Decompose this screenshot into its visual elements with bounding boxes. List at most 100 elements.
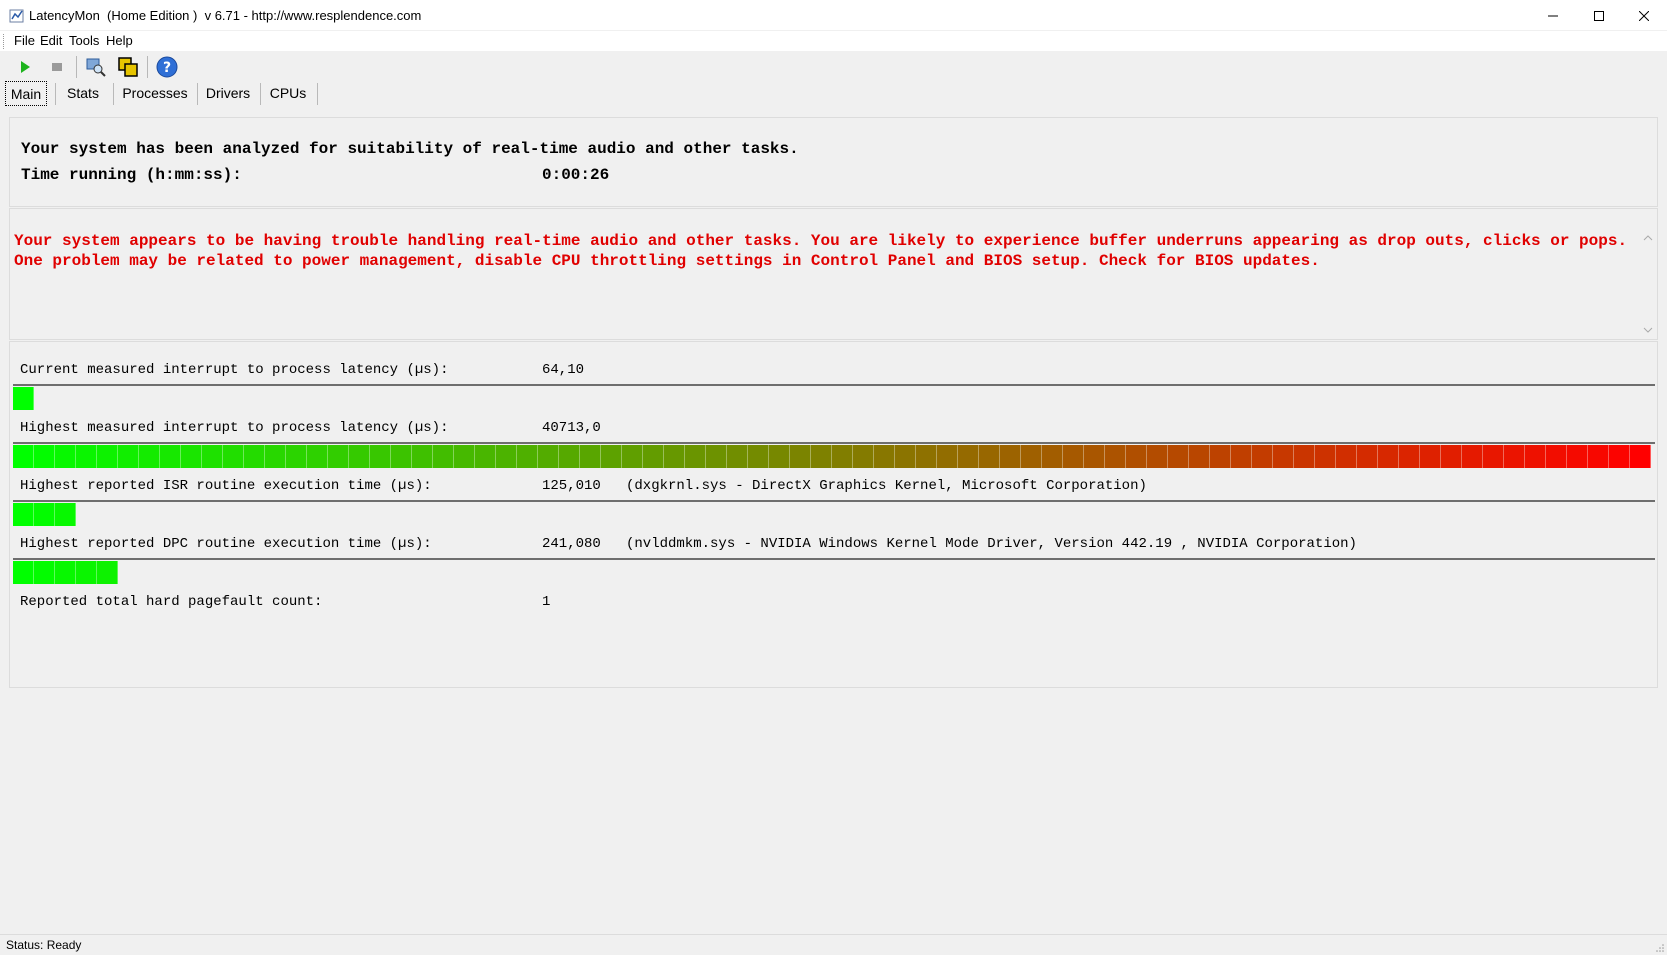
bar-segment bbox=[1546, 445, 1567, 468]
bar-segment bbox=[181, 445, 202, 468]
bar-segment bbox=[13, 561, 34, 584]
bar-segment bbox=[706, 445, 727, 468]
tab-stats[interactable]: Stats bbox=[62, 81, 104, 106]
scroll-down-icon[interactable] bbox=[1643, 325, 1653, 335]
current-latency-value: 64,10 bbox=[542, 362, 585, 378]
bar-segment bbox=[160, 445, 181, 468]
bar-segment bbox=[412, 445, 433, 468]
bar-segment bbox=[1315, 445, 1336, 468]
alert-message: Your system appears to be having trouble… bbox=[14, 232, 1628, 270]
resize-grip-icon[interactable] bbox=[1655, 943, 1665, 953]
title-bar: LatencyMon (Home Edition ) v 6.71 - http… bbox=[0, 0, 1667, 31]
start-button[interactable] bbox=[12, 54, 38, 80]
bar-segment bbox=[55, 503, 76, 526]
bar-segment bbox=[1588, 445, 1609, 468]
bar-segment bbox=[97, 561, 118, 584]
menu-bar: File Edit Tools Help bbox=[0, 31, 1667, 51]
help-button[interactable]: ? bbox=[154, 54, 180, 80]
bar-segment bbox=[286, 445, 307, 468]
bar-segment bbox=[244, 445, 265, 468]
copy-button[interactable] bbox=[115, 54, 141, 80]
dpc-time-value: 241,080 bbox=[542, 536, 601, 552]
bar-segment bbox=[1525, 445, 1546, 468]
maximize-button[interactable] bbox=[1576, 0, 1622, 31]
bar-segment bbox=[1630, 445, 1651, 468]
bar-segment bbox=[622, 445, 643, 468]
bar-segment bbox=[685, 445, 706, 468]
bar-segment bbox=[601, 445, 622, 468]
bar-segment bbox=[370, 445, 391, 468]
bar-segment bbox=[1336, 445, 1357, 468]
bar-segment bbox=[1063, 445, 1084, 468]
bar-segment bbox=[76, 445, 97, 468]
latencymon-app-icon bbox=[9, 9, 24, 23]
bar-segment bbox=[979, 445, 1000, 468]
scroll-up-icon[interactable] bbox=[1643, 233, 1653, 243]
tab-separator bbox=[317, 83, 318, 105]
isr-time-label: Highest reported ISR routine execution t… bbox=[20, 478, 432, 494]
bar-segment bbox=[1357, 445, 1378, 468]
driver-search-icon bbox=[86, 58, 106, 77]
isr-time-bar bbox=[13, 500, 1655, 526]
bar-segment bbox=[1483, 445, 1504, 468]
isr-time-value: 125,010 bbox=[542, 478, 601, 494]
tab-drivers[interactable]: Drivers bbox=[203, 81, 253, 106]
bar-segment bbox=[13, 503, 34, 526]
menu-help[interactable]: Help bbox=[106, 33, 133, 48]
isr-driver: (dxgkrnl.sys - DirectX Graphics Kernel, … bbox=[626, 478, 1147, 494]
isr-time-bar-fill bbox=[13, 503, 76, 526]
bar-segment bbox=[349, 445, 370, 468]
close-button[interactable] bbox=[1621, 0, 1667, 31]
bar-segment bbox=[307, 445, 328, 468]
bar-segment bbox=[139, 445, 160, 468]
status-bar: Status: Ready bbox=[0, 934, 1667, 955]
bar-segment bbox=[517, 445, 538, 468]
highest-latency-value: 40713,0 bbox=[542, 420, 601, 436]
bar-segment bbox=[76, 561, 97, 584]
bar-segment bbox=[1000, 445, 1021, 468]
bar-segment bbox=[496, 445, 517, 468]
tab-cpus[interactable]: CPUs bbox=[266, 81, 310, 106]
bar-segment bbox=[202, 445, 223, 468]
bar-segment bbox=[790, 445, 811, 468]
tab-main[interactable]: Main bbox=[5, 81, 47, 106]
menu-edit[interactable]: Edit bbox=[40, 33, 62, 48]
bar-segment bbox=[55, 445, 76, 468]
bar-segment bbox=[1609, 445, 1630, 468]
stop-button[interactable] bbox=[44, 54, 70, 80]
bar-segment bbox=[34, 503, 55, 526]
toolbar-separator bbox=[76, 56, 77, 78]
bar-segment bbox=[853, 445, 874, 468]
bar-segment bbox=[1147, 445, 1168, 468]
bar-segment bbox=[1399, 445, 1420, 468]
bar-segment bbox=[34, 561, 55, 584]
bar-segment bbox=[643, 445, 664, 468]
tab-separator bbox=[113, 83, 114, 105]
tab-processes[interactable]: Processes bbox=[120, 81, 190, 106]
bar-segment bbox=[433, 445, 454, 468]
toolbar-separator bbox=[147, 56, 148, 78]
bar-segment bbox=[34, 445, 55, 468]
bar-segment bbox=[454, 445, 475, 468]
bar-segment bbox=[1042, 445, 1063, 468]
driver-search-button[interactable] bbox=[83, 54, 109, 80]
bar-segment bbox=[727, 445, 748, 468]
alert-panel: Your system appears to be having trouble… bbox=[9, 208, 1658, 340]
dpc-time-bar-fill bbox=[13, 561, 118, 584]
bar-segment bbox=[1189, 445, 1210, 468]
highest-latency-bar bbox=[13, 442, 1655, 468]
minimize-button[interactable] bbox=[1530, 0, 1576, 31]
bar-segment bbox=[1441, 445, 1462, 468]
menu-file[interactable]: File bbox=[14, 33, 35, 48]
menu-tools[interactable]: Tools bbox=[69, 33, 99, 48]
bar-segment bbox=[832, 445, 853, 468]
bar-segment bbox=[1084, 445, 1105, 468]
bar-segment bbox=[391, 445, 412, 468]
bar-segment bbox=[1021, 445, 1042, 468]
summary-headline: Your system has been analyzed for suitab… bbox=[21, 140, 799, 158]
current-latency-bar-fill bbox=[13, 387, 34, 410]
bar-segment bbox=[1252, 445, 1273, 468]
bar-segment bbox=[1126, 445, 1147, 468]
bar-segment bbox=[958, 445, 979, 468]
highest-latency-bar-fill bbox=[13, 445, 1651, 468]
